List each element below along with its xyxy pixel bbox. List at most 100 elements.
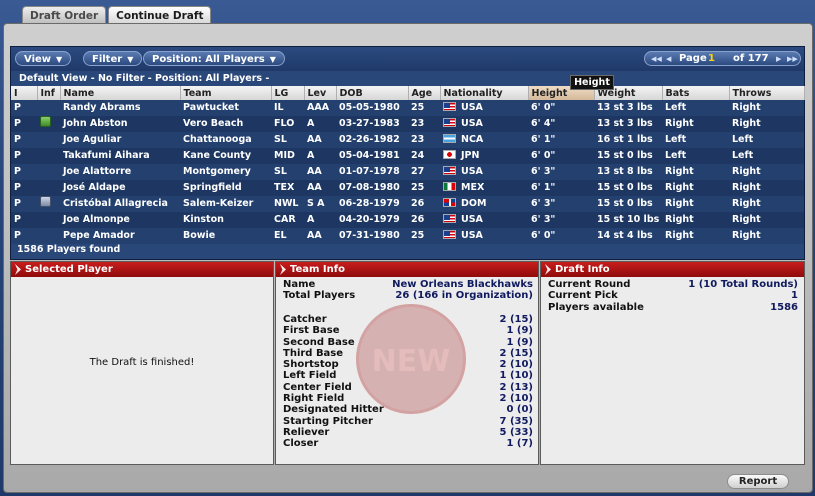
column-header-age[interactable]: Age	[408, 86, 441, 100]
cell-height: 6' 0"	[528, 228, 594, 244]
cell-name: Joe Alattorre	[60, 164, 180, 180]
position-label: Center Field	[283, 381, 352, 393]
cell-weight: 15 st 10 lbs	[594, 212, 662, 228]
cell-age: 24	[408, 148, 440, 164]
cell-team: Bowie	[180, 228, 271, 244]
cell-bats: Left	[662, 100, 729, 116]
table-row[interactable]: P Joe Aguliar Chattanooga SL AA 02-26-1982 23 N…	[11, 132, 804, 148]
nationality-text: DOM	[461, 198, 487, 209]
next-page-icon[interactable]: ▶	[776, 52, 781, 66]
flag-usa-icon	[443, 230, 456, 239]
nationality-text: USA	[461, 230, 483, 241]
table-row[interactable]: P Joe Almonpe Kinston CAR A 04-20-1979 26 USA 6'…	[11, 212, 804, 228]
cell-lg: FLO	[271, 116, 304, 132]
cell-dob: 07-31-1980	[336, 228, 408, 244]
view-menu-button[interactable]: View ▼	[15, 51, 72, 66]
cell-team: Springfield	[180, 180, 271, 196]
cell-nat: USA	[440, 228, 528, 244]
panel-title: Team Info	[276, 262, 538, 277]
last-page-icon[interactable]: ▶▶	[787, 52, 798, 66]
table-row[interactable]: P John Abston Vero Beach FLO A 03-27-1983 23 US…	[11, 116, 804, 132]
player-table: I Inf Name Team LG Lev DOB Age Nationali…	[11, 86, 805, 244]
cell-lg: NWL	[271, 196, 304, 212]
cell-lev: AA	[304, 180, 336, 196]
toolbar: View ▼ Filter ▼ Position: All Players ▼ ◀◀ …	[11, 47, 804, 71]
cell-throws: Left	[729, 148, 804, 164]
cell-nat: NCA	[440, 132, 528, 148]
cell-height: 6' 3"	[528, 212, 594, 228]
cell-weight: 13 st 8 lbs	[594, 164, 662, 180]
draft-info-label: Players available	[548, 301, 644, 313]
column-header-nationality[interactable]: Nationality	[440, 86, 529, 100]
table-row[interactable]: P José Aldape Springfield TEX AA 07-08-1980 25…	[11, 180, 804, 196]
info-icon[interactable]	[40, 196, 51, 207]
cell-throws: Right	[729, 196, 804, 212]
cell-throws: Left	[729, 132, 804, 148]
table-row[interactable]: P Joe Alattorre Montgomery SL AA 01-07-1978 27…	[11, 164, 804, 180]
position-label: Designated Hitter	[283, 404, 384, 416]
position-menu-button[interactable]: Position: All Players ▼	[143, 51, 285, 66]
column-header-throws[interactable]: Throws	[729, 86, 805, 100]
column-header-dob[interactable]: DOB	[336, 86, 409, 100]
panel-title: Selected Player	[11, 262, 273, 277]
cell-throws: Right	[729, 228, 804, 244]
position-count-row: Right Field 2 (10)	[283, 393, 533, 404]
table-row[interactable]: P Pepe Amador Bowie EL AA 07-31-1980 25 USA 6' 0…	[11, 228, 804, 244]
tooltip: Height	[570, 75, 614, 90]
table-row[interactable]: P Takafumi Aihara Kane County MID A 05-04-198…	[11, 148, 804, 164]
column-header-lg[interactable]: LG	[271, 86, 305, 100]
column-header-lev[interactable]: Lev	[304, 86, 337, 100]
player-rows: P Randy Abrams Pawtucket IL AAA 05-05-1980 25 U…	[11, 100, 804, 244]
position-label: First Base	[283, 325, 340, 337]
position-count: 5 (33)	[499, 426, 534, 438]
tab-continue-draft[interactable]: Continue Draft	[108, 6, 212, 24]
panel-title: Draft Info	[541, 262, 804, 277]
cell-throws: Right	[729, 100, 804, 116]
cell-inf	[37, 180, 60, 196]
cell-bats: Right	[662, 180, 729, 196]
position-count: 1 (9)	[506, 325, 533, 337]
cell-lg: CAR	[271, 212, 304, 228]
cell-weight: 15 st 0 lbs	[594, 148, 662, 164]
cell-age: 27	[408, 164, 440, 180]
cell-nat: USA	[440, 116, 528, 132]
cell-name: Joe Almonpe	[60, 212, 180, 228]
filter-menu-label: Filter	[92, 54, 123, 65]
cell-bats: Right	[662, 164, 729, 180]
position-counts: Catcher 2 (15) First Base 1 (9) Second Base 1…	[283, 314, 533, 450]
cell-nat: DOM	[440, 196, 528, 212]
table-row[interactable]: P Randy Abrams Pawtucket IL AAA 05-05-1980 25 U…	[11, 100, 804, 116]
prev-page-icon[interactable]: ◀	[666, 52, 671, 66]
cell-lg: SL	[271, 164, 304, 180]
report-button[interactable]: Report	[727, 474, 789, 489]
first-page-icon[interactable]: ◀◀	[651, 52, 662, 66]
column-header-team[interactable]: Team	[180, 86, 272, 100]
cell-age: 25	[408, 180, 440, 196]
cell-dob: 07-08-1980	[336, 180, 408, 196]
nationality-text: JPN	[461, 150, 480, 161]
info-icon[interactable]	[40, 116, 51, 127]
nationality-text: MEX	[461, 182, 485, 193]
chevron-down-icon: ▼	[269, 55, 276, 64]
cell-height: 6' 1"	[528, 132, 594, 148]
cell-weight: 13 st 3 lbs	[594, 116, 662, 132]
cell-pos: P	[11, 132, 37, 148]
page-current[interactable]: 1	[708, 52, 715, 66]
column-header-bats[interactable]: Bats	[662, 86, 730, 100]
position-count: 2 (13)	[499, 381, 534, 393]
column-header-name[interactable]: Name	[60, 86, 181, 100]
cell-height: 6' 0"	[528, 148, 594, 164]
filter-menu-button[interactable]: Filter ▼	[83, 51, 143, 66]
column-header-i[interactable]: I	[11, 86, 38, 100]
cell-bats: Left	[662, 148, 729, 164]
cell-bats: Right	[662, 228, 729, 244]
table-row[interactable]: P Cristóbal Allagrecia Salem-Keizer NWL S A0…	[11, 196, 804, 212]
cell-pos: P	[11, 148, 37, 164]
column-header-inf[interactable]: Inf	[37, 86, 61, 100]
pager: ◀◀ ◀ Page 1 of 177 ▶ ▶▶	[644, 51, 801, 66]
flag-usa-icon	[443, 102, 456, 111]
position-count-row: Designated Hitter 0 (0)	[283, 404, 533, 415]
nationality-text: USA	[461, 214, 483, 225]
flag-mex-icon	[443, 182, 456, 191]
tab-draft-order[interactable]: Draft Order	[22, 6, 107, 24]
